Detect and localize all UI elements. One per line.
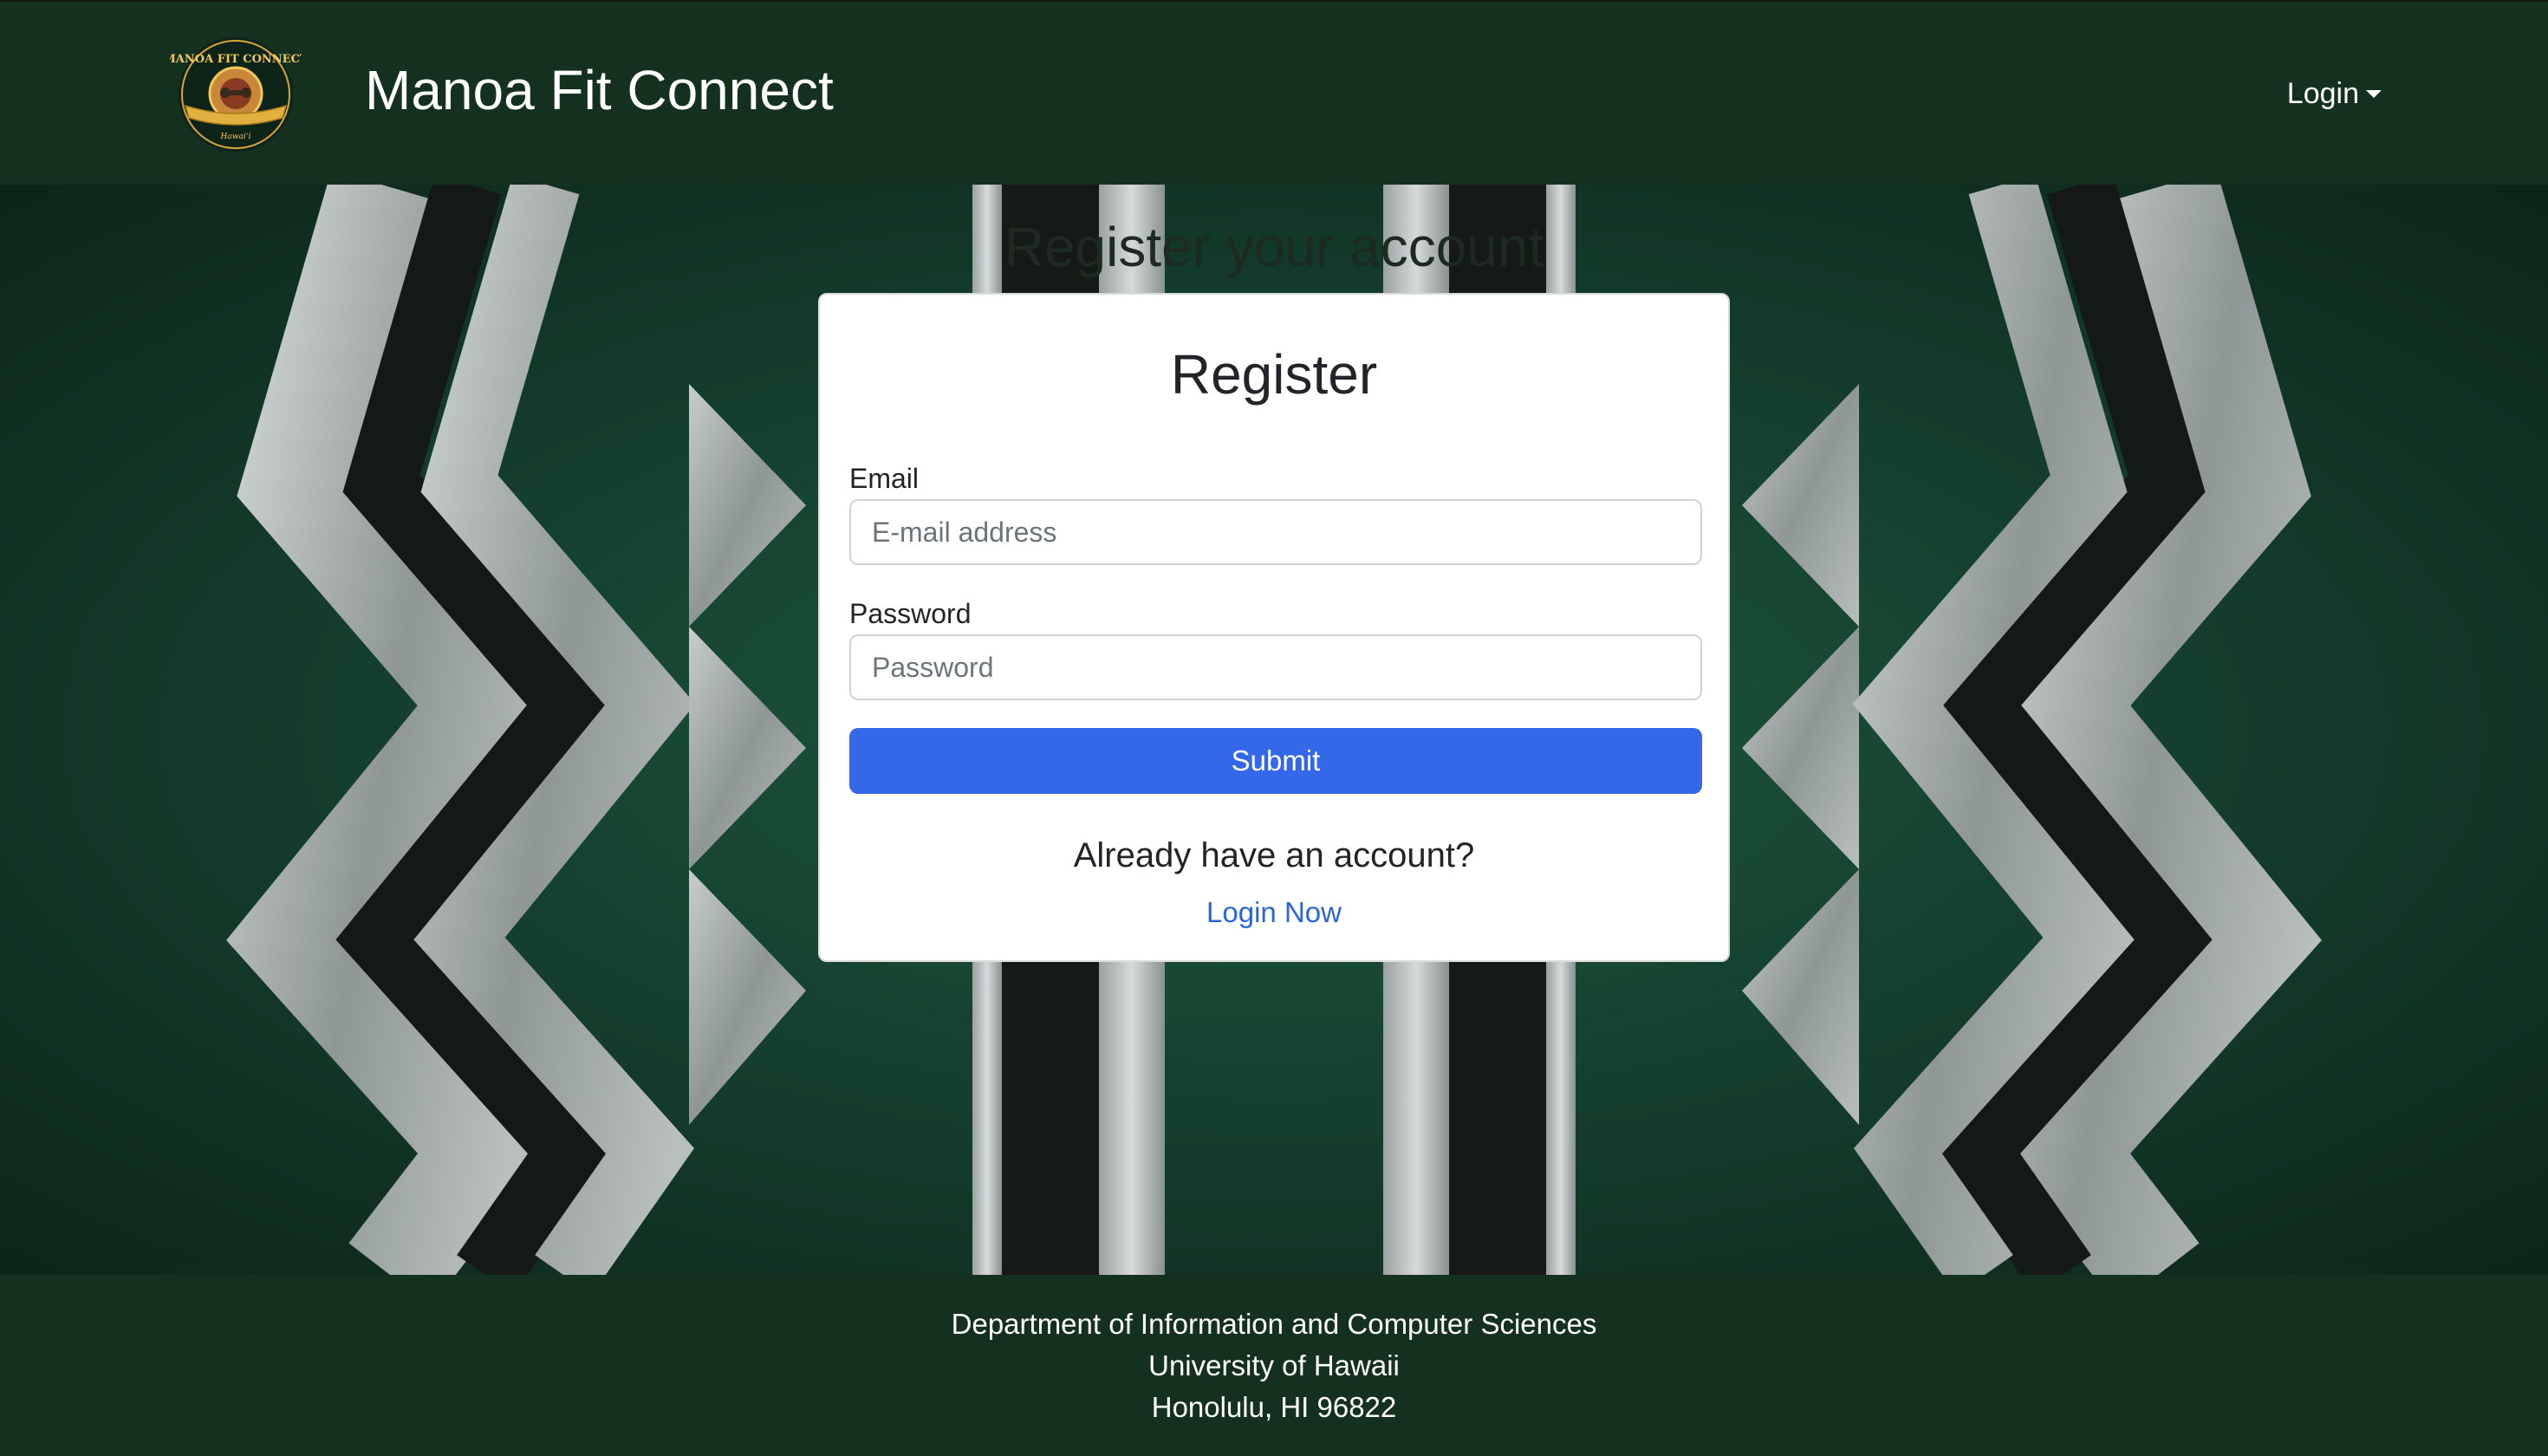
footer-address: Honolulu, HI 96822 <box>1151 1391 1397 1423</box>
footer-university: University of Hawaii <box>1148 1349 1400 1381</box>
svg-text:MANOA FIT CONNECT: MANOA FIT CONNECT <box>170 53 302 66</box>
email-label: Email <box>849 463 920 494</box>
svg-text:Hawaiʻi: Hawaiʻi <box>220 132 251 141</box>
caret-down-icon <box>2366 90 2382 98</box>
footer: Department of Information and Computer S… <box>0 1275 2548 1456</box>
submit-button[interactable]: Submit <box>849 728 1702 794</box>
hero-background: Register your account Register Email Pas… <box>0 185 2548 1275</box>
register-title: Register <box>1170 343 1378 406</box>
page-heading: Register your account <box>1004 216 1544 278</box>
brand-title[interactable]: Manoa Fit Connect <box>365 62 834 118</box>
already-have-account-text: Already have an account? <box>1073 836 1475 874</box>
logo-icon[interactable]: MANOA FIT CONNECT Hawaiʻi <box>163 35 309 154</box>
password-label: Password <box>849 598 972 629</box>
login-now-link[interactable]: Login Now <box>820 896 1728 929</box>
register-card: Register Email Password Submit Already h… <box>818 293 1730 962</box>
login-dropdown-label: Login <box>2286 77 2359 110</box>
email-field[interactable] <box>849 499 1702 565</box>
login-dropdown[interactable]: Login <box>2287 77 2382 111</box>
footer-department: Department of Information and Computer S… <box>951 1308 1597 1340</box>
password-field[interactable] <box>849 634 1702 700</box>
navbar: MANOA FIT CONNECT Hawaiʻi Manoa Fit Conn… <box>0 0 2548 185</box>
